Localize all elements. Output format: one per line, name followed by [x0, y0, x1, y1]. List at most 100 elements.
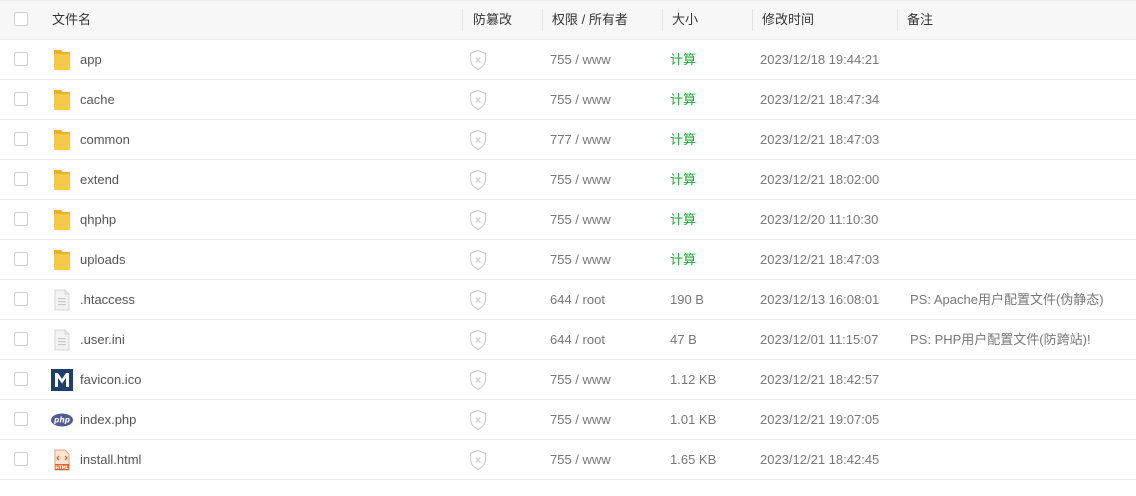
file-name[interactable]: common: [80, 120, 130, 159]
tamper-shield-icon[interactable]: [468, 369, 488, 391]
file-size: 190 B: [670, 292, 704, 307]
modified-time: 2023/12/21 18:47:03: [760, 252, 880, 267]
row-checkbox[interactable]: [14, 212, 28, 226]
tamper-shield-icon[interactable]: [468, 49, 488, 71]
header-divider: [752, 9, 753, 31]
table-row[interactable]: php index.php 755 / www 1.01 KB 2023/12/21 1…: [0, 400, 1136, 440]
folder-icon: [50, 208, 74, 232]
permission-owner[interactable]: 755 / www: [550, 400, 611, 439]
file-name[interactable]: app: [80, 40, 102, 79]
table-row[interactable]: cache 755 / www 计算 2023/12/21 18:47:34: [0, 80, 1136, 120]
html-file-icon: HTML: [50, 448, 74, 472]
modified-time: 2023/12/13 16:08:01: [760, 292, 880, 307]
header-size[interactable]: 大小: [672, 1, 698, 39]
tamper-shield-icon[interactable]: [468, 329, 488, 351]
calculate-size-link[interactable]: 计算: [670, 80, 696, 119]
select-all-checkbox[interactable]: [14, 12, 28, 26]
header-divider: [897, 9, 898, 31]
table-row[interactable]: extend 755 / www 计算 2023/12/21 18:02:00: [0, 160, 1136, 200]
header-filename[interactable]: 文件名: [52, 1, 91, 39]
permission-owner[interactable]: 755 / www: [550, 160, 611, 199]
permission-owner[interactable]: 755 / www: [550, 80, 611, 119]
row-checkbox[interactable]: [14, 452, 28, 466]
file-name[interactable]: qhphp: [80, 200, 116, 239]
file-note[interactable]: PS: PHP用户配置文件(防跨站)!: [910, 320, 1091, 359]
text-file-icon: [50, 328, 74, 352]
file-name[interactable]: index.php: [80, 400, 136, 439]
calculate-size-link[interactable]: 计算: [670, 240, 696, 279]
calculate-size-link[interactable]: 计算: [670, 160, 696, 199]
tamper-shield-icon[interactable]: [468, 249, 488, 271]
modified-time: 2023/12/21 18:47:03: [760, 132, 880, 147]
table-row[interactable]: favicon.ico 755 / www 1.12 KB 2023/12/21 18…: [0, 360, 1136, 400]
permission-owner[interactable]: 644 / root: [550, 320, 605, 359]
row-checkbox[interactable]: [14, 132, 28, 146]
tamper-shield-icon[interactable]: [468, 289, 488, 311]
permission-owner[interactable]: 755 / www: [550, 440, 611, 479]
tamper-shield-icon[interactable]: [468, 449, 488, 471]
text-file-icon: [50, 288, 74, 312]
modified-time: 2023/12/20 11:10:30: [760, 212, 879, 227]
folder-icon: [50, 168, 74, 192]
permission-owner[interactable]: 755 / www: [550, 360, 611, 399]
row-checkbox[interactable]: [14, 172, 28, 186]
permission-owner[interactable]: 644 / root: [550, 280, 605, 319]
header-divider: [542, 9, 543, 31]
header-modified-time[interactable]: 修改时间: [762, 1, 814, 39]
row-checkbox[interactable]: [14, 332, 28, 346]
file-name[interactable]: cache: [80, 80, 115, 119]
modified-time: 2023/12/21 18:42:57: [760, 372, 880, 387]
table-row[interactable]: HTML install.html 755 / www 1.65 KB 2023/12/…: [0, 440, 1136, 480]
header-permission: 权限 / 所有者: [552, 12, 628, 27]
row-checkbox[interactable]: [14, 412, 28, 426]
permission-owner[interactable]: 777 / www: [550, 120, 611, 159]
row-checkbox[interactable]: [14, 292, 28, 306]
modified-time: 2023/12/21 18:42:45: [760, 452, 880, 467]
permission-owner[interactable]: 755 / www: [550, 200, 611, 239]
row-checkbox[interactable]: [14, 372, 28, 386]
table-row[interactable]: common 777 / www 计算 2023/12/21 18:47:03: [0, 120, 1136, 160]
modified-time: 2023/12/21 19:07:05: [760, 412, 880, 427]
modified-time: 2023/12/21 18:02:00: [760, 172, 880, 187]
header-note: 备注: [907, 12, 934, 27]
table-row[interactable]: qhphp 755 / www 计算 2023/12/20 11:10:30: [0, 200, 1136, 240]
file-name[interactable]: uploads: [80, 240, 126, 279]
modified-time: 2023/12/18 19:44:21: [760, 52, 880, 67]
file-name[interactable]: install.html: [80, 440, 141, 479]
table-row[interactable]: uploads 755 / www 计算 2023/12/21 18:47:03: [0, 240, 1136, 280]
tamper-shield-icon[interactable]: [468, 129, 488, 151]
table-row[interactable]: .htaccess 644 / root 190 B 2023/12/13 16:08…: [0, 280, 1136, 320]
file-size: 1.12 KB: [670, 372, 717, 387]
folder-icon: [50, 128, 74, 152]
file-name[interactable]: favicon.ico: [80, 360, 141, 399]
file-name[interactable]: extend: [80, 160, 119, 199]
tamper-shield-icon[interactable]: [468, 89, 488, 111]
table-row[interactable]: app 755 / www 计算 2023/12/18 19:44:21: [0, 40, 1136, 80]
file-name[interactable]: .htaccess: [80, 280, 135, 319]
modified-time: 2023/12/01 11:15:07: [760, 332, 879, 347]
tamper-shield-icon[interactable]: [468, 169, 488, 191]
permission-owner[interactable]: 755 / www: [550, 40, 611, 79]
file-size: 1.01 KB: [670, 412, 717, 427]
file-name[interactable]: .user.ini: [80, 320, 125, 359]
table-row[interactable]: .user.ini 644 / root 47 B 2023/12/01 11:15:…: [0, 320, 1136, 360]
folder-icon: [50, 48, 74, 72]
row-checkbox[interactable]: [14, 52, 28, 66]
header-divider: [462, 9, 463, 31]
header-divider: [662, 9, 663, 31]
file-note[interactable]: PS: Apache用户配置文件(伪静态): [910, 280, 1104, 319]
favicon-icon: [50, 368, 74, 392]
row-checkbox[interactable]: [14, 92, 28, 106]
tamper-shield-icon[interactable]: [468, 409, 488, 431]
calculate-size-link[interactable]: 计算: [670, 40, 696, 79]
calculate-size-link[interactable]: 计算: [670, 200, 696, 239]
svg-text:HTML: HTML: [55, 465, 69, 470]
row-checkbox[interactable]: [14, 252, 28, 266]
file-table: 文件名 防篡改 权限 / 所有者 大小 修改时间 备注 app 755 / www…: [0, 0, 1136, 480]
tamper-shield-icon[interactable]: [468, 209, 488, 231]
permission-owner[interactable]: 755 / www: [550, 240, 611, 279]
header-tamper: 防篡改: [473, 12, 513, 27]
calculate-size-link[interactable]: 计算: [670, 120, 696, 159]
folder-icon: [50, 88, 74, 112]
table-header: 文件名 防篡改 权限 / 所有者 大小 修改时间 备注: [0, 0, 1136, 40]
